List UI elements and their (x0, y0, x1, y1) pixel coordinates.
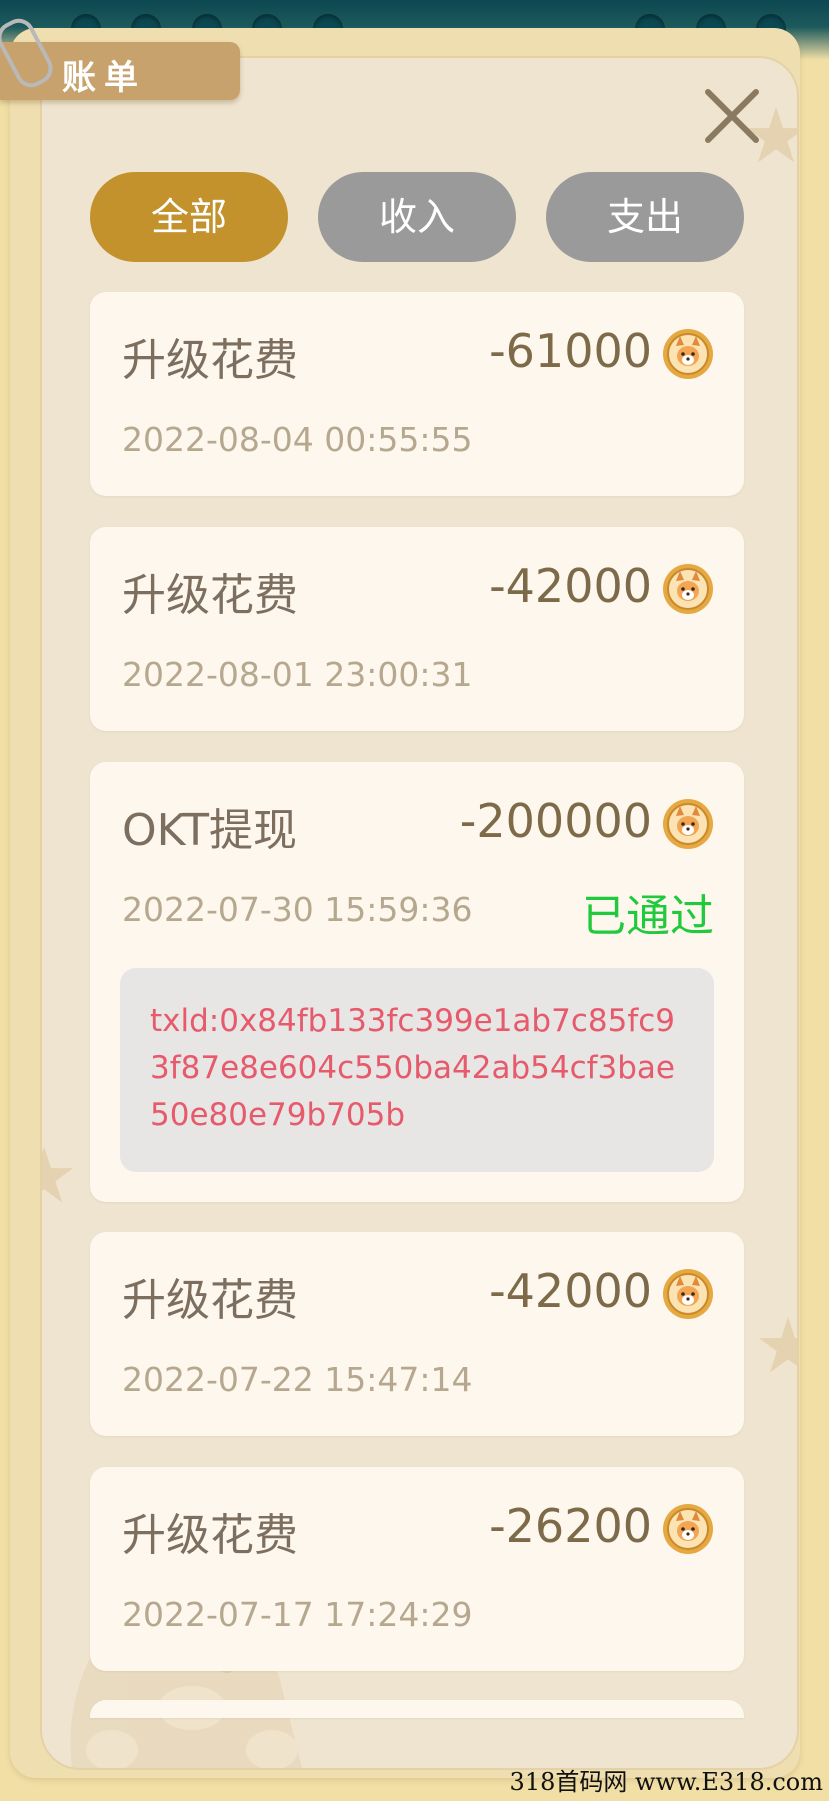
page-title: 账单 (62, 58, 146, 98)
tab-expense[interactable]: 支出 (546, 172, 744, 262)
list-item[interactable]: 升级花费 -42000 2022-08-01 23:00:31 (90, 527, 744, 731)
record-amount: -42000 (489, 1264, 652, 1318)
record-time: 2022-07-17 17:24:29 (122, 1595, 473, 1634)
txid-box: txld:0x84fb133fc399e1ab7c85fc93f87e8e604… (120, 968, 714, 1172)
close-icon[interactable] (700, 84, 764, 148)
list-item[interactable]: 升级花费 -26200 2022-07-17 17:24:29 (90, 1467, 744, 1671)
record-time: 2022-08-01 23:00:31 (122, 655, 473, 694)
list-item[interactable]: OKT提现 -200000 2022-07-30 15:59:36 已通过 tx… (90, 762, 744, 1202)
status-badge: 已通过 (582, 891, 714, 942)
list-item-partial[interactable] (90, 1700, 744, 1718)
star-decoration: ★ (42, 1131, 79, 1220)
list-item[interactable]: 升级花费 -61000 2022-08-04 00:55:55 (90, 292, 744, 496)
coin-icon (662, 328, 714, 380)
coin-icon (662, 563, 714, 615)
coin-icon (662, 1503, 714, 1555)
coin-icon (662, 798, 714, 850)
txid-text[interactable]: txld:0x84fb133fc399e1ab7c85fc93f87e8e604… (150, 998, 690, 1139)
record-title: 升级花费 (122, 1275, 298, 1326)
record-title: 升级花费 (122, 570, 298, 621)
record-amount: -26200 (489, 1499, 652, 1553)
record-amount: -61000 (489, 324, 652, 378)
star-decoration: ★ (754, 1301, 797, 1390)
list-item[interactable]: 升级花费 -42000 2022-07-22 15:47:14 (90, 1232, 744, 1436)
record-time: 2022-07-30 15:59:36 (122, 890, 473, 929)
record-time: 2022-08-04 00:55:55 (122, 420, 473, 459)
tab-all[interactable]: 全部 (90, 172, 288, 262)
record-amount: -200000 (459, 794, 652, 848)
record-title: OKT提现 (122, 805, 297, 856)
tab-income[interactable]: 收入 (318, 172, 516, 262)
record-title: 升级花费 (122, 335, 298, 386)
filter-tabs: 全部 收入 支出 (90, 172, 744, 262)
watermark: 318首码网 www.E318.com (509, 1768, 823, 1796)
record-amount: -42000 (489, 559, 652, 613)
coin-icon (662, 1268, 714, 1320)
record-title: 升级花费 (122, 1510, 298, 1561)
record-time: 2022-07-22 15:47:14 (122, 1360, 473, 1399)
